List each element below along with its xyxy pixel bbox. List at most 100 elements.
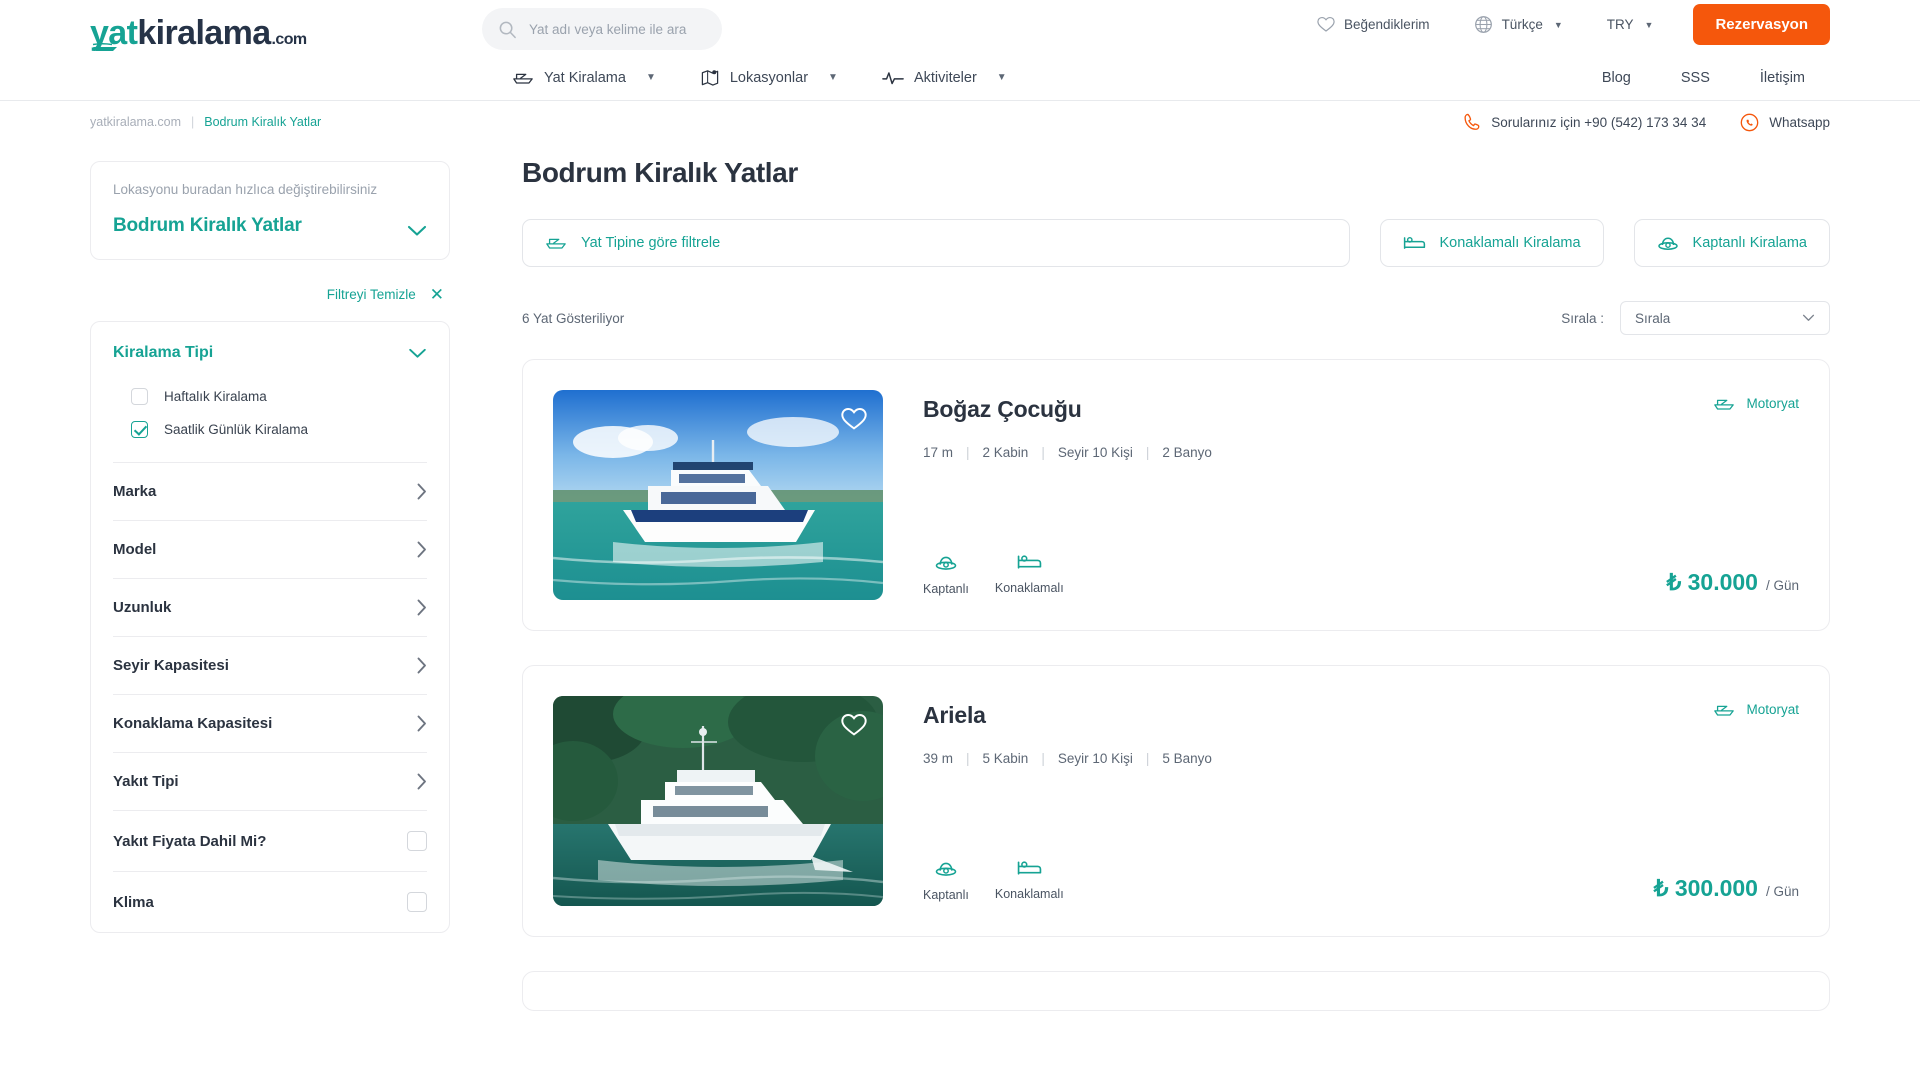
favorite-heart-button[interactable] <box>839 710 869 740</box>
checkbox-box[interactable] <box>407 892 427 912</box>
charter-option-kaptanli: Kaptanlı <box>923 553 969 596</box>
checkbox-box[interactable] <box>131 421 148 438</box>
filter-row-marka[interactable]: Marka <box>113 463 427 520</box>
yacht-info: Boğaz Çocuğu 17 m | 2 Kabin | Seyir 10 K… <box>923 390 1799 600</box>
filter-row-model[interactable]: Model <box>113 521 427 578</box>
nav-link-blog[interactable]: Blog <box>1577 70 1656 86</box>
heart-icon <box>841 714 867 736</box>
charter-option-kaptanli: Kaptanlı <box>923 859 969 902</box>
filter-row-klima[interactable]: Klima <box>113 872 427 932</box>
nav-item-lokasyonlar[interactable]: Lokasyonlar ▼ <box>678 68 860 87</box>
yacht-name[interactable]: Boğaz Çocuğu <box>923 396 1799 423</box>
filter-label: Yakıt Tipi <box>113 773 179 790</box>
breadcrumb-separator: | <box>191 115 195 129</box>
checkbox-box[interactable] <box>407 831 427 851</box>
contact-area: Sorularınız için +90 (542) 173 34 34 Wha… <box>1464 113 1830 132</box>
chevron-down-icon[interactable] <box>408 348 427 359</box>
currency-selector[interactable]: TRY ▼ <box>1585 17 1676 32</box>
bed-icon <box>1403 237 1425 249</box>
chevron-right-icon <box>417 715 427 732</box>
language-label: Türkçe <box>1501 17 1543 32</box>
search-placeholder-text: Yat adı veya kelime ile ara <box>529 21 687 37</box>
filter-row-seyir-kapasitesi[interactable]: Seyir Kapasitesi <box>113 637 427 694</box>
rental-type-options: Haftalık Kiralama Saatlik Günlük Kiralam… <box>113 380 427 462</box>
close-icon[interactable]: ✕ <box>430 286 444 303</box>
yacht-type-badge: Motoryat <box>1713 396 1799 411</box>
boat-icon <box>513 73 533 84</box>
filter-row-uzunluk[interactable]: Uzunluk <box>113 579 427 636</box>
chevron-down-icon: ▼ <box>828 72 838 83</box>
yacht-specs: 39 m | 5 Kabin | Seyir 10 Kişi | 5 Banyo <box>923 751 1799 766</box>
clear-filter-label[interactable]: Filtreyi Temizle <box>327 287 416 302</box>
yacht-type-label: Motoryat <box>1746 396 1799 411</box>
filter-by-yacht-type-button[interactable]: Yat Tipine göre filtrele <box>522 219 1350 267</box>
favorite-heart-button[interactable] <box>839 404 869 434</box>
breadcrumb-current: Bodrum Kiralık Yatlar <box>204 115 322 129</box>
search-input[interactable]: Yat adı veya kelime ile ara <box>482 8 722 50</box>
favorites-button[interactable]: Beğendiklerim <box>1295 16 1452 33</box>
location-value: Bodrum Kiralık Yatlar <box>113 215 302 236</box>
main-navigation: Yat Kiralama ▼ Lokasyonlar ▼ Aktiviteler… <box>0 55 1920 100</box>
sort-label: Sırala : <box>1561 310 1604 326</box>
clear-filter-row[interactable]: Filtreyi Temizle ✕ <box>90 286 450 303</box>
spec-divider: | <box>966 445 970 460</box>
yacht-card[interactable]: Ariela 39 m | 5 Kabin | Seyir 10 Kişi | … <box>522 665 1830 937</box>
checkbox-haftalik-kiralama[interactable]: Haftalık Kiralama <box>113 380 427 413</box>
boat-icon <box>1714 705 1735 716</box>
yacht-cruise-capacity: Seyir 10 Kişi <box>1057 445 1133 460</box>
language-selector[interactable]: Türkçe ▼ <box>1452 15 1585 34</box>
konaklamali-kiralama-button[interactable]: Konaklamalı Kiralama <box>1379 219 1604 267</box>
filter-sidebar: Lokasyonu buradan hızlıca değiştirebilir… <box>90 143 450 1080</box>
yacht-photo[interactable] <box>553 390 883 600</box>
yacht-length: 39 m <box>923 751 954 766</box>
yacht-photo-image <box>553 390 883 600</box>
nav-item-yat-kiralama[interactable]: Yat Kiralama ▼ <box>490 70 678 86</box>
whatsapp-contact[interactable]: Whatsapp <box>1740 113 1830 132</box>
chevron-down-icon[interactable] <box>407 225 427 237</box>
yacht-name[interactable]: Ariela <box>923 702 1799 729</box>
checkbox-box[interactable] <box>131 388 148 405</box>
sort-select[interactable]: Sırala <box>1620 301 1830 335</box>
nav-link-sss[interactable]: SSS <box>1656 70 1735 86</box>
checkbox-saatlik-gunluk-kiralama[interactable]: Saatlik Günlük Kiralama <box>113 413 427 446</box>
result-count: 6 Yat Gösteriliyor <box>522 310 625 326</box>
whatsapp-icon <box>1740 113 1759 131</box>
checkbox-label: Saatlik Günlük Kiralama <box>164 422 309 437</box>
filter-row-konaklama-kapasitesi[interactable]: Konaklama Kapasitesi <box>113 695 427 752</box>
yacht-price-area: ₺ 300.000 / Gün <box>1654 875 1799 902</box>
nav-label: Lokasyonlar <box>729 69 809 86</box>
filter-label: Model <box>113 541 157 558</box>
yacht-length: 17 m <box>923 445 954 460</box>
chevron-right-icon <box>417 483 427 500</box>
chevron-right-icon <box>417 773 427 790</box>
yacht-price: ₺ 30.000 <box>1666 569 1758 595</box>
chevron-right-icon <box>417 599 427 616</box>
spec-divider: | <box>1041 751 1045 766</box>
filter-row-yakit-fiyata-dahil-mi[interactable]: Yakıt Fiyata Dahil Mi? <box>113 811 427 871</box>
reservation-button[interactable]: Rezervasyon <box>1693 4 1830 45</box>
location-quick-change-card[interactable]: Lokasyonu buradan hızlıca değiştirebilir… <box>90 161 450 260</box>
boat-logo-icon <box>92 43 117 51</box>
activity-icon <box>882 71 904 84</box>
filter-row-yakit-tipi[interactable]: Yakıt Tipi <box>113 753 427 810</box>
charter-option-label: Konaklamalı <box>994 581 1064 595</box>
boat-icon <box>546 238 566 249</box>
spec-divider: | <box>966 751 970 766</box>
phone-contact[interactable]: Sorularınız için +90 (542) 173 34 34 <box>1464 113 1706 131</box>
currency-label: TRY <box>1606 17 1634 32</box>
yacht-card[interactable]: Boğaz Çocuğu 17 m | 2 Kabin | Seyir 10 K… <box>522 359 1830 631</box>
chevron-right-icon <box>417 541 427 558</box>
nav-item-aktiviteler[interactable]: Aktiviteler ▼ <box>860 69 1029 87</box>
yacht-photo[interactable] <box>553 696 883 906</box>
kaptanli-kiralama-button[interactable]: Kaptanlı Kiralama <box>1633 219 1830 267</box>
filter-button-label: Yat Tipine göre filtrele <box>581 235 721 251</box>
favorites-label: Beğendiklerim <box>1344 17 1430 32</box>
filter-group-kiralama-tipi[interactable]: Kiralama Tipi <box>113 322 427 380</box>
site-logo[interactable]: yat kiralama .com <box>90 14 307 53</box>
yacht-card-next-peek[interactable] <box>522 971 1830 1011</box>
yacht-bathrooms: 2 Banyo <box>1162 445 1212 460</box>
nav-link-iletisim[interactable]: İletişim <box>1735 70 1830 86</box>
breadcrumb-root[interactable]: yatkiralama.com <box>90 115 181 129</box>
page-body: Lokasyonu buradan hızlıca değiştirebilir… <box>0 143 1920 1080</box>
yacht-price-period: / Gün <box>1765 578 1799 593</box>
